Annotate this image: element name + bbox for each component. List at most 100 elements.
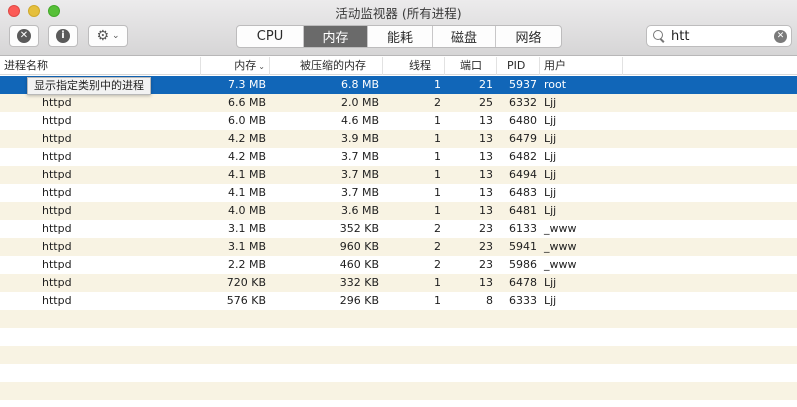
table-row[interactable]: httpd 4.0 MB 3.6 MB 1 13 6481 Ljj [0, 202, 797, 220]
table-row[interactable]: httpd 576 KB 296 KB 1 8 6333 Ljj [0, 292, 797, 310]
column-tooltip: 显示指定类别中的进程 [27, 77, 151, 95]
user-value: _www [544, 222, 577, 235]
column-header-name[interactable]: 进程名称 [0, 57, 201, 75]
pid-value: 5937 [509, 78, 537, 91]
pid-value: 6480 [509, 114, 537, 127]
memory-value: 576 KB [226, 294, 266, 307]
process-name: httpd [42, 222, 72, 235]
action-menu-button[interactable]: ⚙ ⌄ [88, 25, 128, 47]
table-row[interactable]: httpd 4.1 MB 3.7 MB 1 13 6483 Ljj [0, 184, 797, 202]
user-value: Ljj [544, 132, 557, 145]
process-name: httpd [42, 204, 72, 217]
table-row[interactable]: httpd 3.1 MB 960 KB 2 23 5941 _www [0, 238, 797, 256]
ports-value: 25 [479, 96, 493, 109]
empty-table-row [0, 346, 797, 364]
table-row[interactable]: httpd 3.1 MB 352 KB 2 23 6133 _www [0, 220, 797, 238]
column-header-compressed[interactable]: 被压缩的内存 [270, 57, 383, 75]
memory-value: 2.2 MB [227, 258, 266, 271]
ports-value: 13 [479, 168, 493, 181]
ports-value: 13 [479, 204, 493, 217]
search-icon [653, 30, 665, 42]
compressed-memory-value: 4.6 MB [340, 114, 379, 127]
column-header-ports[interactable]: 端口 [445, 57, 497, 75]
compressed-memory-value: 332 KB [339, 276, 379, 289]
category-tabs: CPU 内存 能耗 磁盘 网络 [236, 25, 562, 48]
process-name: httpd [42, 276, 72, 289]
table-row[interactable]: httpd 6.6 MB 2.0 MB 2 25 6332 Ljj [0, 94, 797, 112]
pid-value: 6332 [509, 96, 537, 109]
memory-value: 4.2 MB [227, 132, 266, 145]
threads-value: 2 [434, 96, 441, 109]
user-value: root [544, 78, 567, 91]
stop-process-icon: ✕ [17, 29, 31, 43]
ports-value: 8 [486, 294, 493, 307]
ports-value: 21 [479, 78, 493, 91]
user-value: _www [544, 240, 577, 253]
tab-memory[interactable]: 内存 [304, 26, 368, 47]
window-title: 活动监视器 (所有进程) [335, 6, 462, 21]
pid-value: 6494 [509, 168, 537, 181]
ports-value: 23 [479, 258, 493, 271]
table-row[interactable]: httpd 720 KB 332 KB 1 13 6478 Ljj [0, 274, 797, 292]
pid-value: 5941 [509, 240, 537, 253]
user-value: Ljj [544, 114, 557, 127]
tab-cpu[interactable]: CPU [237, 26, 304, 47]
ports-value: 13 [479, 150, 493, 163]
pid-value: 5986 [509, 258, 537, 271]
memory-value: 4.1 MB [227, 168, 266, 181]
table-row[interactable]: httpd 4.2 MB 3.7 MB 1 13 6482 Ljj [0, 148, 797, 166]
user-value: Ljj [544, 150, 557, 163]
sort-descending-icon: ⌄ [258, 62, 265, 71]
info-button[interactable]: i [48, 25, 78, 47]
column-header-memory[interactable]: 内存 ⌄ [201, 57, 270, 75]
window-toolbar: 活动监视器 (所有进程) ✕ i ⚙ ⌄ CPU 内存 能耗 磁盘 网络 ✕ [0, 0, 797, 56]
process-table: 7.3 MB 6.8 MB 1 21 5937 root httpd 6.6 MB 2.0 MB… [0, 76, 797, 400]
chevron-down-icon: ⌄ [112, 30, 120, 41]
column-header-user[interactable]: 用户 [540, 57, 623, 75]
stop-process-button[interactable]: ✕ [9, 25, 39, 47]
tab-network[interactable]: 网络 [496, 26, 561, 47]
memory-value: 720 KB [226, 276, 266, 289]
empty-table-row [0, 382, 797, 400]
pid-value: 6133 [509, 222, 537, 235]
user-value: Ljj [544, 168, 557, 181]
threads-value: 2 [434, 258, 441, 271]
memory-value: 3.1 MB [227, 240, 266, 253]
table-row[interactable]: httpd 4.1 MB 3.7 MB 1 13 6494 Ljj [0, 166, 797, 184]
search-field[interactable]: ✕ [646, 25, 792, 47]
memory-value: 4.0 MB [227, 204, 266, 217]
table-header: 进程名称 内存 ⌄ 被压缩的内存 线程 端口 PID 用户 [0, 57, 797, 75]
pid-value: 6333 [509, 294, 537, 307]
pid-value: 6479 [509, 132, 537, 145]
threads-value: 1 [434, 78, 441, 91]
process-name: httpd [42, 114, 72, 127]
pid-value: 6478 [509, 276, 537, 289]
process-name: httpd [42, 96, 72, 109]
memory-value: 3.1 MB [227, 222, 266, 235]
info-icon: i [56, 29, 70, 43]
column-header-pid[interactable]: PID [497, 57, 540, 75]
table-row[interactable]: httpd 4.2 MB 3.9 MB 1 13 6479 Ljj [0, 130, 797, 148]
threads-value: 1 [434, 150, 441, 163]
user-value: Ljj [544, 204, 557, 217]
process-name: httpd [42, 186, 72, 199]
user-value: Ljj [544, 186, 557, 199]
tab-energy[interactable]: 能耗 [368, 26, 433, 47]
table-row[interactable]: httpd 6.0 MB 4.6 MB 1 13 6480 Ljj [0, 112, 797, 130]
threads-value: 1 [434, 132, 441, 145]
compressed-memory-value: 460 KB [339, 258, 379, 271]
compressed-memory-value: 3.6 MB [340, 204, 379, 217]
column-header-threads[interactable]: 线程 [383, 57, 445, 75]
compressed-memory-value: 3.9 MB [340, 132, 379, 145]
compressed-memory-value: 3.7 MB [340, 168, 379, 181]
tab-disk[interactable]: 磁盘 [433, 26, 496, 47]
search-input[interactable] [665, 28, 774, 44]
compressed-memory-value: 3.7 MB [340, 150, 379, 163]
ports-value: 13 [479, 276, 493, 289]
clear-search-icon[interactable]: ✕ [774, 29, 787, 43]
empty-table-row [0, 328, 797, 346]
process-name: httpd [42, 240, 72, 253]
memory-value: 4.2 MB [227, 150, 266, 163]
memory-value: 6.6 MB [227, 96, 266, 109]
table-row[interactable]: httpd 2.2 MB 460 KB 2 23 5986 _www [0, 256, 797, 274]
